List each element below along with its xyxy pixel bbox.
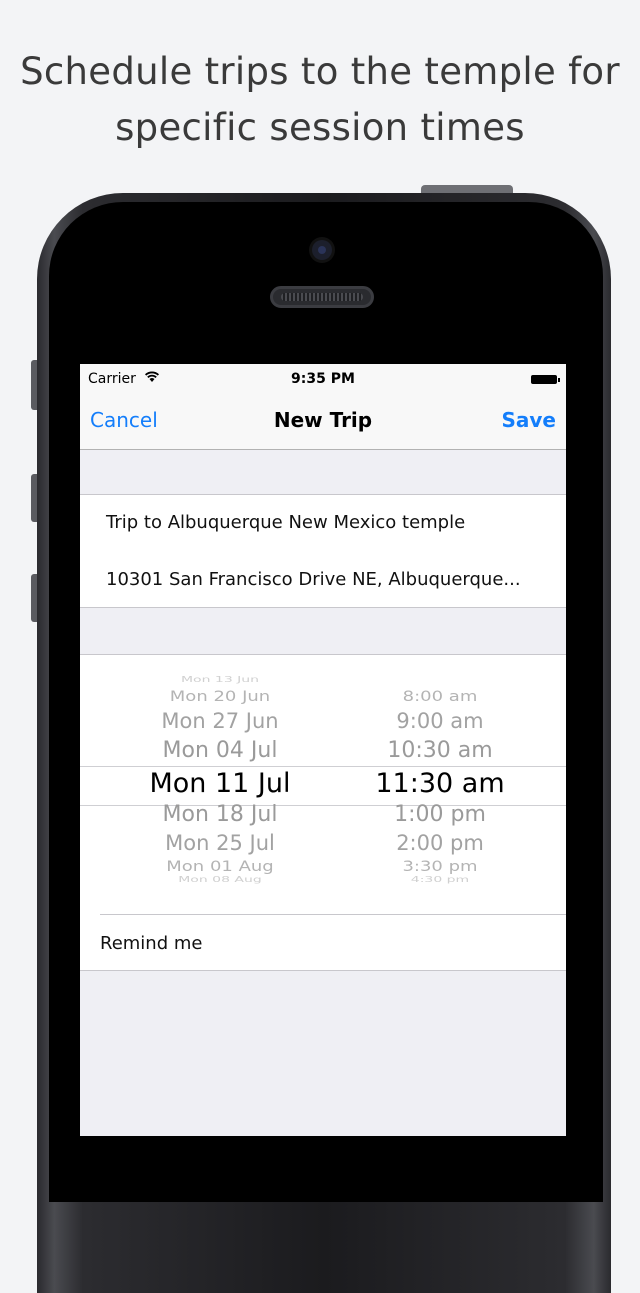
page-title: New Trip: [273, 408, 373, 432]
time-option[interactable]: 4:30 pm: [335, 876, 545, 885]
time-option[interactable]: 8:00 am: [335, 688, 545, 705]
headline-line-1: Schedule trips to the temple for: [20, 50, 620, 93]
save-button[interactable]: Save: [501, 408, 556, 432]
date-option[interactable]: Mon 01 Aug: [110, 858, 330, 875]
headline-line-2: specific session times: [115, 106, 525, 149]
trip-details-group: Trip to Albuquerque New Mexico temple 10…: [80, 494, 566, 608]
trip-title-cell[interactable]: Trip to Albuquerque New Mexico temple: [106, 512, 465, 533]
time-option[interactable]: 3:30 pm: [335, 858, 545, 875]
status-time: 9:35 PM: [291, 371, 355, 387]
navigation-bar: Cancel New Trip Save: [80, 394, 566, 450]
picker-selection-top-line: [80, 766, 566, 767]
time-option-selected[interactable]: 11:30 am: [335, 768, 545, 799]
remind-me-cell[interactable]: Remind me: [80, 915, 566, 971]
date-option[interactable]: Mon 25 Jul: [110, 831, 330, 855]
speaker-grille: [270, 286, 374, 308]
status-bar: Carrier 9:35 PM: [80, 364, 566, 394]
trip-address-cell[interactable]: 10301 San Francisco Drive NE, Albuquerqu…: [106, 569, 521, 590]
time-option[interactable]: 1:00 pm: [335, 802, 545, 827]
date-time-picker[interactable]: Mon 13 Jun Mon 20 Jun Mon 27 Jun Mon 04 …: [80, 654, 566, 916]
headline: Schedule trips to the temple for specifi…: [0, 44, 640, 156]
time-option[interactable]: 9:00 am: [335, 709, 545, 733]
time-option[interactable]: 2:00 pm: [335, 831, 545, 855]
battery-icon: [531, 375, 560, 384]
date-option[interactable]: Mon 04 Jul: [110, 738, 330, 763]
camera-icon: [312, 240, 332, 260]
time-option[interactable]: 10:30 am: [335, 738, 545, 763]
date-option[interactable]: Mon 18 Jul: [110, 802, 330, 827]
remind-me-label: Remind me: [100, 933, 203, 954]
date-option[interactable]: Mon 08 Aug: [110, 876, 330, 885]
app-screen: Carrier 9:35 PM Cancel New Trip Save Tri…: [80, 364, 566, 1136]
date-option-selected[interactable]: Mon 11 Jul: [110, 768, 330, 799]
date-option[interactable]: Mon 27 Jun: [110, 709, 330, 733]
date-option[interactable]: Mon 20 Jun: [110, 688, 330, 705]
date-option[interactable]: Mon 13 Jun: [110, 676, 330, 685]
